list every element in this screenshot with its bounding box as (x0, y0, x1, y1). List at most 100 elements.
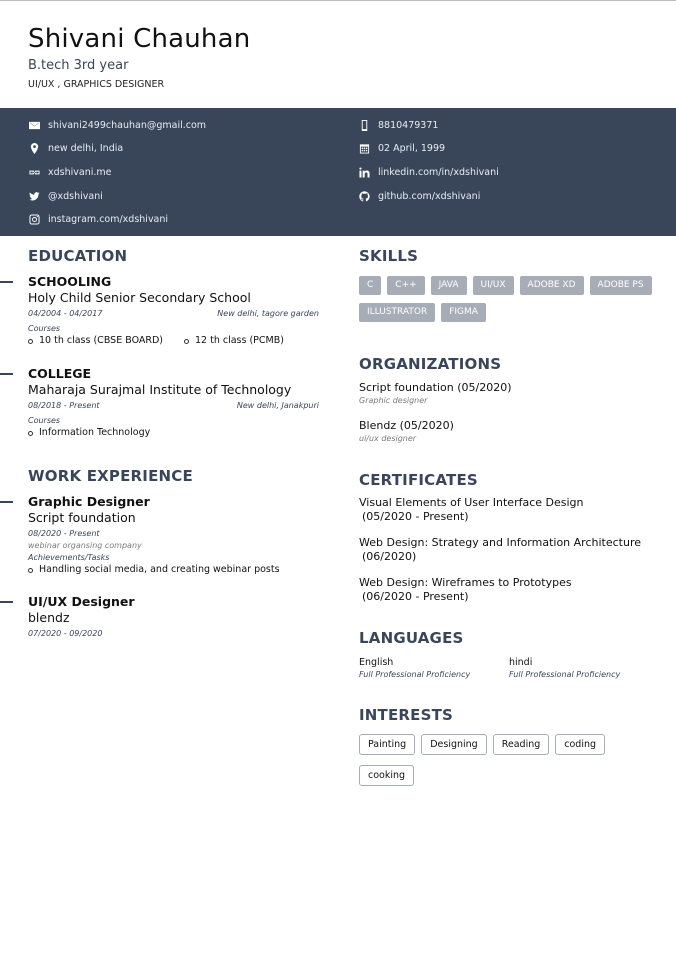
work-entry: UI/UX Designer blendz 07/2020 - 09/2020 (0, 594, 328, 640)
contact-location-text: new delhi, India (48, 142, 124, 154)
calendar-icon (358, 142, 370, 154)
bullet-icon (28, 567, 33, 573)
interests-list: Painting Designing Reading coding cookin… (359, 734, 659, 786)
language-name: English (359, 657, 394, 668)
education-dates: 08/2018 - Present (28, 401, 100, 410)
contact-linkedin[interactable]: linkedin.com/in/xdshivani (358, 165, 499, 179)
contact-dob-text: 02 April, 1999 (378, 142, 446, 154)
achievements-label: Achievements/Tasks (28, 553, 110, 562)
organization-item: Blendz (05/2020) ui/ux designer (359, 418, 659, 444)
resume-header: Shivani Chauhan B.tech 3rd year UI/UX , … (28, 22, 250, 91)
work-title: WORK EXPERIENCE (28, 467, 193, 485)
skill-tag: FIGMA (441, 303, 486, 322)
contact-phone[interactable]: 8810479371 (358, 118, 438, 132)
language-item: English Full Professional Proficiency (359, 656, 509, 680)
contact-website[interactable]: xdshivani.me (28, 165, 112, 179)
skill-tag: JAVA (430, 276, 467, 295)
contact-github[interactable]: github.com/xdshivani (358, 189, 480, 203)
certificate-item: Web Design: Wireframes to Prototypes (06… (359, 576, 659, 603)
education-dates: 04/2004 - 04/2017 (28, 309, 103, 318)
work-company: Script foundation (28, 510, 136, 525)
languages-title: LANGUAGES (359, 629, 464, 647)
skills-title: SKILLS (359, 247, 419, 265)
envelope-icon (28, 119, 40, 131)
work-description: webinar organsing company (28, 541, 142, 550)
person-name: Shivani Chauhan (28, 24, 251, 54)
certificates-title: CERTIFICATES (359, 471, 478, 489)
right-column: SKILLS C C++ JAVA UI/UX ADOBE XD ADOBE P… (359, 246, 659, 786)
contact-twitter-text: @xdshivani (48, 190, 103, 202)
skill-tag: ADOBE XD (519, 276, 584, 295)
certificate-dates: (06/2020 - Present) (362, 589, 469, 603)
course-item: 12 th class (PCMB) (184, 334, 284, 348)
interests-title: INTERESTS (359, 706, 454, 724)
interest-tag: Reading (492, 734, 550, 755)
education-institution: Holy Child Senior Secondary School (28, 290, 251, 305)
linkedin-icon (358, 166, 370, 178)
contact-bar: shivani2499chauhan@gmail.com 8810479371 … (0, 108, 676, 236)
education-level: COLLEGE (28, 366, 92, 381)
interest-tag: cooking (359, 765, 415, 786)
course-item: 10 th class (CBSE BOARD) (28, 334, 184, 348)
certificate-dates: (05/2020 - Present) (362, 509, 469, 523)
education-title: EDUCATION (28, 247, 128, 265)
courses-label: Courses (28, 324, 61, 333)
bullet-icon (184, 338, 189, 344)
instagram-icon (28, 213, 40, 225)
education-entry: COLLEGE Maharaja Surajmal Institute of T… (0, 366, 328, 440)
languages-list: English Full Professional Proficiency hi… (359, 656, 659, 680)
organization-item: Script foundation (05/2020) Graphic desi… (359, 380, 659, 406)
twitter-icon (28, 190, 40, 202)
education-level: SCHOOLING (28, 274, 112, 289)
contact-email-text: shivani2499chauhan@gmail.com (48, 119, 207, 131)
interest-tag: coding (555, 734, 606, 755)
work-entry: Graphic Designer Script foundation 08/20… (0, 494, 328, 577)
entry-marker (0, 601, 13, 603)
organization-role: ui/ux designer (359, 434, 417, 443)
contact-twitter[interactable]: @xdshivani (28, 189, 103, 203)
skills-list: C C++ JAVA UI/UX ADOBE XD ADOBE PS ILLUS… (359, 276, 659, 322)
contact-location: new delhi, India (28, 141, 123, 155)
work-company: blendz (28, 610, 70, 625)
contact-linkedin-text: linkedin.com/in/xdshivani (378, 166, 499, 178)
bullet-icon (28, 338, 33, 344)
person-role: UI/UX , GRAPHICS DESIGNER (28, 79, 165, 90)
bullet-icon (28, 430, 33, 436)
contact-phone-text: 8810479371 (378, 119, 439, 131)
certificate-name: Web Design: Wireframes to Prototypes (359, 576, 572, 589)
language-item: hindi Full Professional Proficiency (509, 656, 659, 680)
certificate-name: Web Design: Strategy and Information Arc… (359, 536, 641, 549)
organization-role: Graphic designer (359, 396, 428, 405)
top-border-line (0, 0, 676, 1)
language-level: Full Professional Proficiency (509, 670, 621, 679)
person-subtitle: B.tech 3rd year (28, 58, 129, 73)
task-item: Handling social media, and creating webi… (28, 563, 328, 577)
contact-website-text: xdshivani.me (48, 166, 112, 178)
organization-name: Blendz (05/2020) (359, 419, 454, 432)
contact-dob: 02 April, 1999 (358, 141, 445, 155)
contact-instagram[interactable]: instagram.com/xdshivani (28, 212, 168, 226)
skill-tag: ILLUSTRATOR (359, 303, 436, 322)
phone-icon (358, 119, 370, 131)
education-location: New delhi, Janakpuri (236, 401, 319, 410)
work-role: Graphic Designer (28, 494, 150, 509)
contact-email[interactable]: shivani2499chauhan@gmail.com (28, 118, 206, 132)
certificate-name: Visual Elements of User Interface Design (359, 496, 584, 509)
entry-marker (0, 501, 13, 503)
interest-tag: Designing (421, 734, 487, 755)
location-pin-icon (28, 142, 40, 154)
language-name: hindi (509, 657, 533, 668)
skill-tag: C (359, 276, 382, 295)
left-column: EDUCATION SCHOOLING Holy Child Senior Se… (0, 246, 328, 640)
certificate-item: Web Design: Strategy and Information Arc… (359, 536, 659, 563)
work-dates: 08/2020 - Present (28, 529, 100, 538)
courses-label: Courses (28, 416, 61, 425)
course-item: Information Technology (28, 426, 328, 440)
organizations-title: ORGANIZATIONS (359, 355, 502, 373)
contact-instagram-text: instagram.com/xdshivani (48, 213, 169, 225)
interest-tag: Painting (359, 734, 416, 755)
certificate-item: Visual Elements of User Interface Design… (359, 496, 659, 523)
education-entry: SCHOOLING Holy Child Senior Secondary Sc… (0, 274, 328, 348)
skill-tag: C++ (387, 276, 425, 295)
contact-github-text: github.com/xdshivani (378, 190, 481, 202)
